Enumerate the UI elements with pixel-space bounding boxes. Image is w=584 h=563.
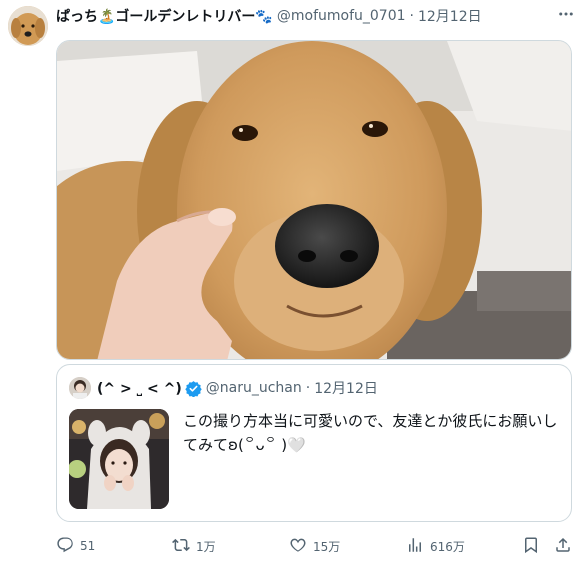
author-name[interactable]: ぱっち🏝️ゴールデンレトリバー🐾 [56, 6, 273, 26]
quoted-author-handle[interactable]: @naru_uchan [206, 380, 302, 396]
more-icon [557, 5, 575, 27]
verified-badge-icon [185, 380, 202, 397]
like-button[interactable]: 15万 [289, 534, 340, 558]
author-avatar[interactable] [8, 6, 48, 46]
quoted-post-thumbnail[interactable] [69, 409, 169, 509]
author-handle[interactable]: @mofumofu_0701 [277, 8, 406, 24]
like-count: 15万 [313, 539, 341, 554]
white-heart-icon: 🤍 [287, 436, 306, 454]
quoted-post-text: この撮り方本当に可愛いので、友達とか彼氏にお願いしてみてʚ(꒪ᴗ꒪ )🤍 [183, 409, 567, 457]
quoted-post-emoticon: ʚ(꒪ᴗ꒪ ) [228, 436, 288, 454]
quoted-header-separator: · [305, 380, 311, 396]
reply-count: 51 [80, 539, 96, 553]
repost-icon [172, 536, 190, 557]
quoted-author-avatar[interactable] [69, 377, 91, 399]
views-icon [406, 536, 424, 557]
bookmark-button[interactable] [522, 534, 540, 558]
action-bar: 51 1万 15万 616万 [56, 534, 572, 558]
more-button[interactable] [554, 4, 578, 28]
post-photo[interactable] [56, 40, 572, 360]
quoted-post-header: (^ > ˽ < ^) @naru_uchan · 12月12日 [69, 377, 378, 399]
reply-icon [56, 536, 74, 557]
header-separator: · [409, 8, 414, 24]
post-header: ぱっち🏝️ゴールデンレトリバー🐾 @mofumofu_0701 · 12月12日 [56, 6, 482, 26]
share-icon [554, 536, 572, 557]
heart-icon [289, 536, 307, 557]
repost-button[interactable]: 1万 [172, 534, 216, 558]
quoted-post-date[interactable]: 12月12日 [314, 378, 378, 398]
views-count: 616万 [430, 539, 465, 554]
bookmark-icon [522, 536, 540, 557]
share-button[interactable] [554, 534, 572, 558]
repost-count: 1万 [196, 539, 216, 554]
reply-button[interactable]: 51 [56, 534, 95, 558]
post-date[interactable]: 12月12日 [418, 6, 482, 26]
quoted-author-name[interactable]: (^ > ˽ < ^) [97, 380, 182, 397]
quoted-post[interactable]: (^ > ˽ < ^) @naru_uchan · 12月12日 この撮り方本当… [56, 364, 572, 522]
views-button[interactable]: 616万 [406, 534, 465, 558]
